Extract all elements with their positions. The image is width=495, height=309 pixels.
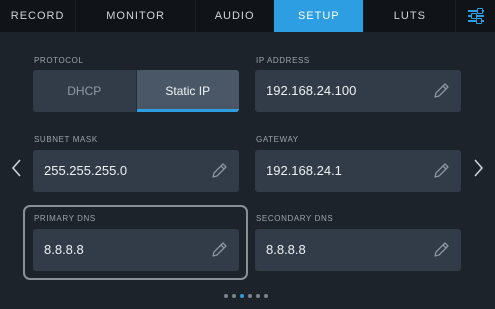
secondary-dns-label: SECONDARY DNS (256, 214, 334, 223)
settings-menu-button[interactable] (456, 0, 495, 32)
subnet-mask-label: SUBNET MASK (34, 135, 98, 144)
primary-dns-value: 8.8.8.8 (44, 242, 84, 257)
secondary-dns-value: 8.8.8.8 (266, 242, 306, 257)
page-dot[interactable] (224, 294, 228, 298)
tab-monitor[interactable]: MONITOR (76, 0, 197, 32)
gateway-value: 192.168.24.1 (266, 163, 342, 178)
pencil-icon[interactable] (431, 81, 451, 101)
ip-address-field[interactable]: 192.168.24.100 (255, 70, 461, 112)
sliders-icon (467, 8, 484, 24)
pencil-icon[interactable] (431, 240, 451, 260)
subnet-mask-value: 255.255.255.0 (44, 163, 128, 178)
selected-indicator (136, 109, 239, 112)
pencil-icon[interactable] (209, 161, 229, 181)
primary-dns-field[interactable]: 8.8.8.8 (33, 229, 239, 271)
protocol-dhcp-option[interactable]: DHCP (33, 70, 137, 112)
gateway-label: GATEWAY (256, 135, 299, 144)
chevron-right-icon[interactable] (471, 153, 487, 183)
page-dot[interactable] (256, 294, 260, 298)
chevron-left-icon[interactable] (8, 153, 24, 183)
tab-record[interactable]: RECORD (0, 0, 77, 32)
protocol-label: PROTOCOL (34, 56, 84, 65)
pencil-icon[interactable] (431, 161, 451, 181)
subnet-mask-field[interactable]: 255.255.255.0 (33, 150, 239, 192)
primary-dns-label: PRIMARY DNS (34, 214, 96, 223)
page-dot[interactable] (264, 294, 268, 298)
gateway-field[interactable]: 192.168.24.1 (255, 150, 461, 192)
tab-audio[interactable]: AUDIO (196, 0, 275, 32)
protocol-segmented-control: DHCP Static IP (33, 70, 239, 112)
pencil-icon[interactable] (209, 240, 229, 260)
page-dot[interactable] (248, 294, 252, 298)
tab-bar: RECORD MONITOR AUDIO SETUP LUTS (0, 0, 495, 32)
tab-setup[interactable]: SETUP (274, 0, 365, 32)
tab-luts[interactable]: LUTS (364, 0, 457, 32)
ip-address-label: IP ADDRESS (256, 56, 310, 65)
ip-address-value: 192.168.24.100 (266, 83, 357, 98)
page-dot[interactable] (232, 294, 236, 298)
page-indicator (224, 294, 268, 298)
static-ip-label: Static IP (165, 84, 211, 98)
protocol-static-ip-option[interactable]: Static IP (136, 70, 239, 112)
secondary-dns-field[interactable]: 8.8.8.8 (255, 229, 461, 271)
page-dot[interactable] (240, 294, 244, 298)
